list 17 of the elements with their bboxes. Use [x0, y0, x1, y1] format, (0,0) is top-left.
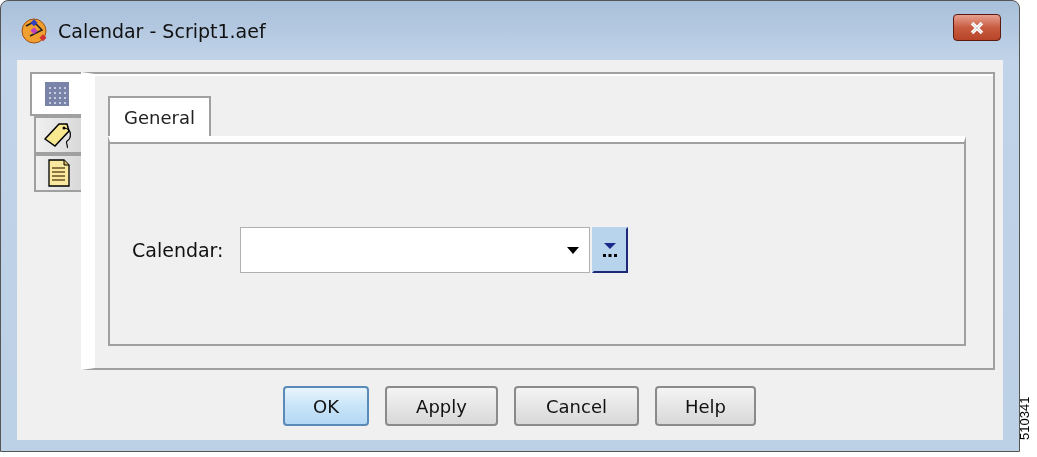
notes-icon — [48, 159, 70, 187]
caret-icon — [566, 246, 579, 254]
tab[interactable]: General — [108, 96, 211, 136]
browse-button[interactable] — [591, 227, 628, 273]
figure-number: 510341 — [1017, 396, 1032, 440]
dialog-button[interactable]: Cancel — [514, 386, 639, 426]
calendar-label: Calendar: — [132, 239, 224, 261]
close-button[interactable] — [953, 14, 1001, 41]
app-icon — [20, 15, 50, 46]
calendar-grid-icon — [45, 82, 69, 106]
window-title: Calendar - Script1.aef — [58, 19, 267, 42]
side-tab[interactable] — [34, 154, 82, 192]
side-tab[interactable] — [34, 116, 82, 154]
dialog-button[interactable]: Apply — [385, 386, 498, 426]
dialog-button[interactable]: Help — [655, 386, 756, 426]
dialog-button[interactable]: OK — [283, 386, 369, 426]
close-icon — [969, 21, 985, 34]
